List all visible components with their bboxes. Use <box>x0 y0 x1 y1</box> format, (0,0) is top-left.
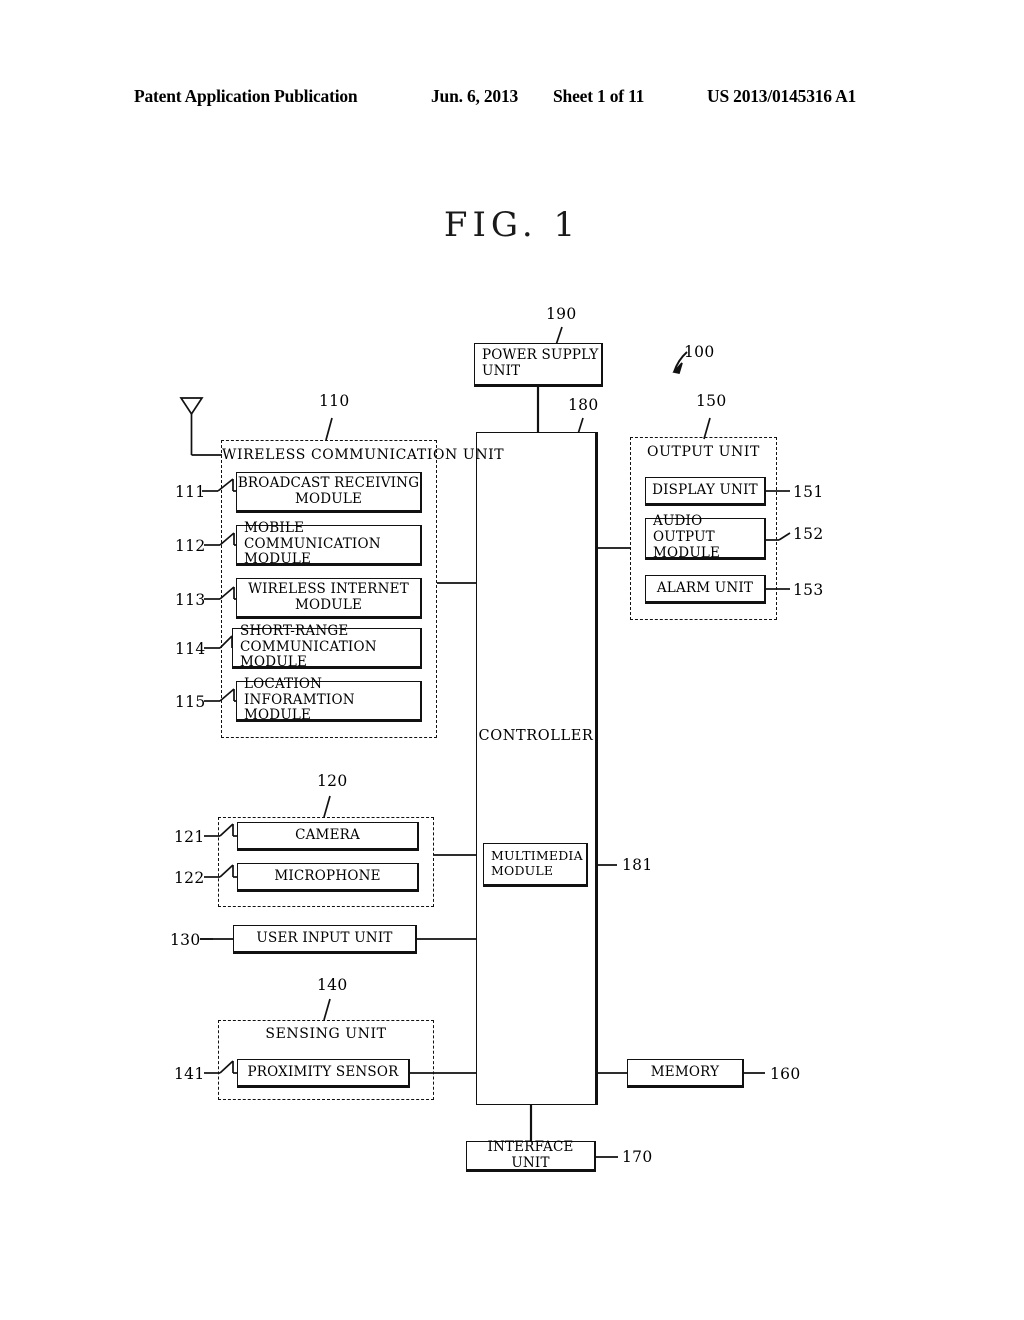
ref-122: 122 <box>174 869 205 887</box>
ref-111: 111 <box>175 483 206 501</box>
mobile-communication-module-label: MOBILE COMMUNICATION MODULE <box>244 519 381 568</box>
block-diagram: POWER SUPPLY UNIT 190 180 100 CONTROLLER… <box>0 0 1024 1320</box>
camera-label: CAMERA <box>295 826 360 843</box>
ref-140: 140 <box>317 976 348 994</box>
controller-block: CONTROLLER <box>476 432 598 1105</box>
wireless-internet-module-block: WIRELESS INTERNET MODULE <box>236 578 422 619</box>
proximity-sensor-block: PROXIMITY SENSOR <box>237 1059 410 1088</box>
interface-unit-label: INTERFACE UNIT <box>487 1138 574 1171</box>
ref-152: 152 <box>793 525 824 543</box>
location-information-module-label: LOCATION INFORAMTION MODULE <box>244 675 355 724</box>
ref-181: 181 <box>622 856 653 874</box>
audio-output-module-label: AUDIO OUTPUT MODULE <box>653 513 721 561</box>
proximity-sensor-label: PROXIMITY SENSOR <box>247 1063 399 1080</box>
alarm-unit-label: ALARM UNIT <box>656 579 754 596</box>
ref-180: 180 <box>568 396 599 414</box>
sensing-unit-title: SENSING UNIT <box>265 1026 387 1042</box>
multimedia-module-label: MULTIMEDIA MODULE <box>491 848 583 878</box>
wireless-internet-module-label: WIRELESS INTERNET MODULE <box>248 580 409 613</box>
ref-112: 112 <box>175 537 206 555</box>
interface-unit-block: INTERFACE UNIT <box>466 1138 596 1172</box>
mobile-communication-module-block: MOBILE COMMUNICATION MODULE <box>236 520 422 567</box>
controller-label: CONTROLLER <box>478 728 594 744</box>
wireless-communication-unit-title: WIRELESS COMMUNICATION UNIT <box>222 447 505 463</box>
ref-120: 120 <box>317 772 348 790</box>
camera-block: CAMERA <box>237 822 419 851</box>
broadcast-receiving-module-block: BROADCAST RECEIVING MODULE <box>236 472 422 513</box>
ref-100: 100 <box>684 343 715 361</box>
ref-113: 113 <box>175 591 206 609</box>
user-input-unit-block: USER INPUT UNIT <box>233 925 417 954</box>
alarm-unit-block: ALARM UNIT <box>645 575 766 604</box>
memory-block: MEMORY <box>627 1059 744 1088</box>
power-supply-unit-block: POWER SUPPLY UNIT <box>474 343 603 387</box>
microphone-block: MICROPHONE <box>237 863 419 892</box>
ref-170: 170 <box>622 1148 653 1166</box>
memory-label: MEMORY <box>650 1063 720 1080</box>
ref-190: 190 <box>546 305 577 323</box>
location-information-module-block: LOCATION INFORAMTION MODULE <box>236 676 422 723</box>
ref-121: 121 <box>174 828 205 846</box>
audio-output-module-block: AUDIO OUTPUT MODULE <box>645 513 766 561</box>
user-input-unit-label: USER INPUT UNIT <box>256 929 393 946</box>
ref-114: 114 <box>175 640 206 658</box>
ref-115: 115 <box>175 693 206 711</box>
broadcast-receiving-module-label: BROADCAST RECEIVING MODULE <box>237 474 420 507</box>
ref-160: 160 <box>770 1065 801 1083</box>
output-unit-title: OUTPUT UNIT <box>647 444 760 460</box>
ref-141: 141 <box>174 1065 205 1083</box>
ref-151: 151 <box>793 483 824 501</box>
short-range-communication-module-label: SHORT-RANGE COMMUNICATION MODULE <box>240 622 377 671</box>
ref-153: 153 <box>793 581 824 599</box>
ref-110: 110 <box>319 392 350 410</box>
ref-130: 130 <box>170 931 201 949</box>
display-unit-label: DISPLAY UNIT <box>652 481 758 498</box>
microphone-label: MICROPHONE <box>274 867 381 884</box>
multimedia-module-block: MULTIMEDIA MODULE <box>483 843 588 887</box>
ref-150: 150 <box>696 392 727 410</box>
power-supply-unit-label: POWER SUPPLY UNIT <box>482 347 599 379</box>
antenna-icon <box>179 397 222 456</box>
display-unit-block: DISPLAY UNIT <box>645 477 766 506</box>
short-range-communication-module-block: SHORT-RANGE COMMUNICATION MODULE <box>232 623 422 670</box>
